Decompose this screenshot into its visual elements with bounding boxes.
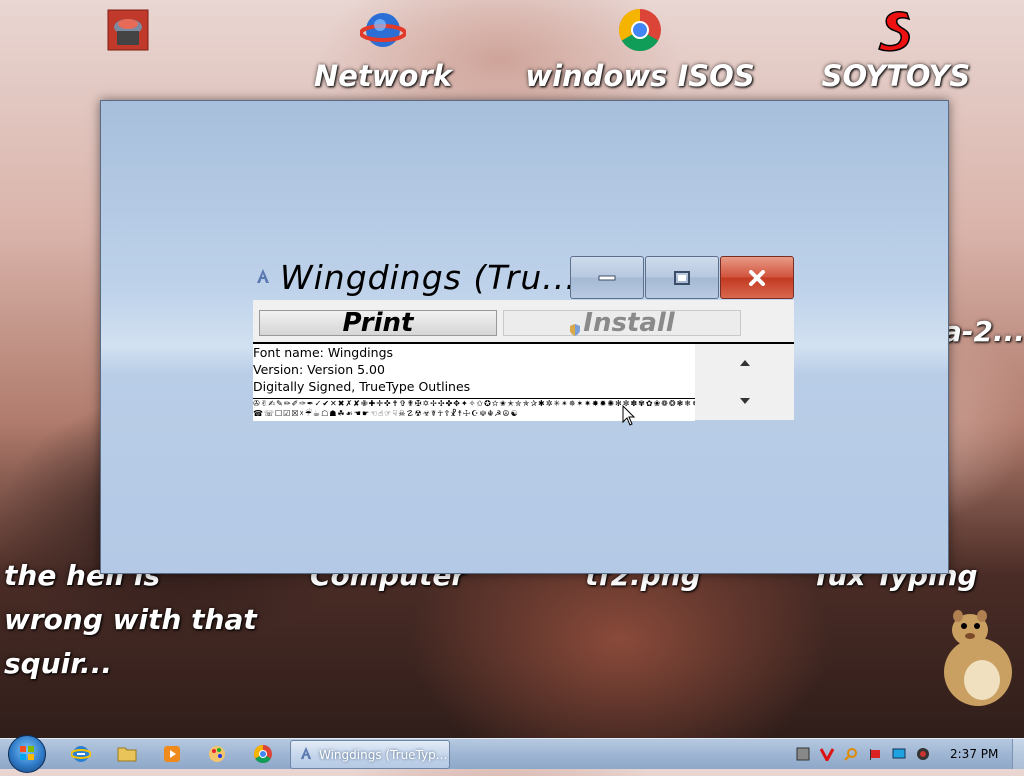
app-icon [104,6,152,54]
folder-icon [117,747,137,762]
tray-volume-icon[interactable] [916,747,930,761]
internet-explorer-icon [71,746,91,762]
maximize-icon [674,270,690,285]
desktop-icon-app[interactable] [13,6,243,54]
network-icon [359,6,407,54]
desktop-icon-network[interactable]: Network [268,6,498,98]
taskbar-paint[interactable] [200,742,234,766]
font-file-icon [299,746,313,763]
windows-logo-icon [20,746,34,760]
task-label: Wingdings (TrueTyp... [319,747,448,762]
font-info: Font name: Wingdings Version: Version 5.… [253,344,695,398]
font-file-icon [256,268,270,284]
window-title: Wingdings (Tru... [280,258,577,297]
desktop-icon-label: windows ISOS [525,59,755,93]
desktop-icon-windows-isos[interactable]: windows ISOS [525,6,755,98]
scroll-up-icon[interactable] [740,360,750,366]
close-button[interactable] [720,256,794,299]
desktop-icon-label: Network [313,59,453,93]
desktop-icon-label: SOYTOYS [821,59,971,93]
desktop-partial-label: a-2... [943,315,1024,348]
toolbar: Print Install [253,300,794,344]
font-name-text: Font name: Wingdings [253,345,394,360]
desktop-icon-soytoys[interactable]: SOYTOYS [781,6,1011,98]
install-button[interactable]: Install [503,310,741,336]
minimize-icon [598,275,616,280]
tray-app-icon[interactable] [796,747,810,761]
taskbar-explorer[interactable] [110,742,144,766]
install-label: Install [583,308,675,338]
media-player-icon [164,746,180,762]
paint-icon [209,746,225,762]
taskbar-clock[interactable]: 2:37 PM [950,747,998,761]
mouse-cursor-icon [622,405,636,426]
font-version-text: Version: Version 5.00 [253,362,385,377]
print-button[interactable]: Print [259,310,497,336]
tray-search-icon[interactable] [844,747,858,761]
taskbar-chrome[interactable] [246,742,280,766]
font-viewer-body: Print Install Font name: Wingdings Versi… [253,300,794,421]
hamster-gadget-icon [944,610,1012,706]
scroll-down-icon[interactable] [740,398,750,404]
chrome-icon [616,6,664,54]
start-button[interactable] [8,735,46,773]
taskbar-ie[interactable] [64,742,98,766]
tray-v-icon[interactable] [820,747,834,761]
close-icon [749,269,765,286]
chrome-icon [253,745,272,764]
show-desktop-button[interactable] [1012,739,1024,769]
taskbar-task-wingdings[interactable]: Wingdings (TrueTyp... [290,740,450,769]
tray-flag-icon[interactable] [868,747,882,761]
font-type-text: Digitally Signed, TrueType Outlines [253,379,471,394]
maximize-button[interactable] [645,256,719,299]
scrollbar[interactable] [696,344,794,420]
taskbar-media-player[interactable] [155,742,189,766]
soytoys-icon [872,6,920,54]
minimize-button[interactable] [570,256,644,299]
tray-network-icon[interactable] [892,747,906,761]
taskbar: Wingdings (TrueTyp... 2:37 PM [0,735,1024,773]
shield-icon [569,317,581,336]
